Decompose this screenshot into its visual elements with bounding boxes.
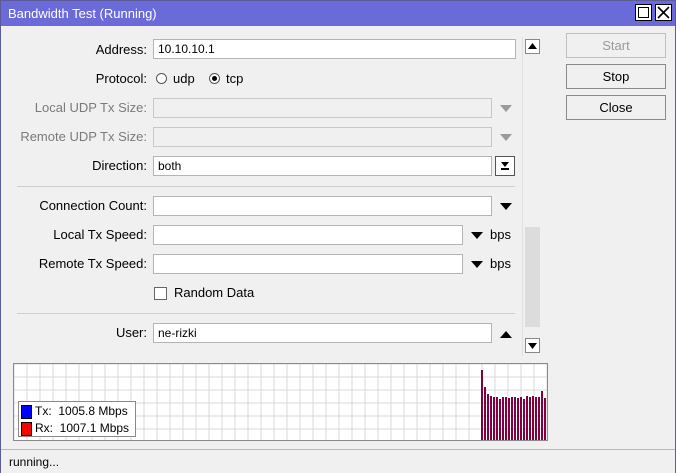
bandwidth-test-window: Bandwidth Test (Running) Address: 10.10.…	[0, 0, 676, 473]
connection-count-dropdown-icon[interactable]	[500, 203, 512, 210]
legend-tx-value: 1005.8 Mbps	[58, 404, 128, 418]
legend-rx-label: Rx:	[35, 421, 53, 435]
remote-tx-speed-dropdown-icon[interactable]	[471, 261, 483, 268]
local-tx-speed-unit: bps	[490, 227, 511, 242]
traffic-bar	[523, 399, 525, 440]
close-button[interactable]: Close	[566, 95, 666, 120]
traffic-bar	[484, 387, 486, 440]
rx-color-swatch	[21, 421, 32, 436]
traffic-bar	[499, 399, 501, 440]
protocol-udp-radio[interactable]	[156, 73, 167, 84]
address-input[interactable]: 10.10.10.1	[153, 39, 516, 59]
arrow-down-icon	[528, 343, 537, 349]
traffic-bar	[481, 370, 483, 440]
section-divider	[17, 186, 515, 187]
remote-tx-speed-input[interactable]	[153, 254, 463, 274]
legend-rx-value: 1007.1 Mbps	[59, 421, 130, 435]
local-udp-tx-size-label: Local UDP Tx Size:	[34, 100, 147, 115]
legend-rx: Rx: 1007.1 Mbps	[21, 420, 129, 436]
close-icon	[657, 6, 670, 19]
protocol-tcp-label: tcp	[226, 71, 244, 86]
traffic-graph: Tx: 1005.8 Mbps Rx: 1007.1 Mbps	[13, 363, 548, 441]
random-data-checkbox[interactable]	[154, 287, 167, 300]
traffic-bar	[544, 398, 546, 440]
address-label: Address:	[95, 42, 147, 57]
local-udp-tx-size-dropdown-icon[interactable]	[500, 105, 512, 112]
local-udp-tx-size-input[interactable]	[153, 98, 492, 118]
traffic-bar	[487, 394, 489, 440]
scroll-up-button[interactable]	[525, 39, 540, 54]
local-tx-speed-label: Local Tx Speed:	[53, 227, 147, 242]
direction-select[interactable]: both	[153, 156, 492, 176]
protocol-udp-label: udp	[173, 71, 195, 86]
traffic-bar	[502, 397, 504, 440]
traffic-bar	[541, 391, 543, 440]
close-window-button[interactable]	[655, 4, 672, 21]
traffic-bar	[532, 396, 534, 440]
arrow-up-icon	[528, 43, 537, 49]
traffic-bar	[526, 396, 528, 440]
graph-legend: Tx: 1005.8 Mbps Rx: 1007.1 Mbps	[18, 401, 136, 437]
user-collapse-icon[interactable]	[500, 331, 512, 338]
traffic-bar	[511, 397, 513, 440]
traffic-bar	[517, 398, 519, 440]
random-data-label: Random Data	[174, 285, 255, 300]
maximize-button[interactable]	[635, 4, 652, 21]
traffic-bar	[505, 397, 507, 440]
scroll-down-button[interactable]	[525, 338, 540, 353]
form-scrollbar[interactable]	[522, 37, 542, 356]
traffic-bar	[514, 397, 516, 440]
scrollbar-thumb[interactable]	[525, 227, 540, 327]
section-divider	[17, 313, 515, 314]
window-title: Bandwidth Test (Running)	[8, 6, 157, 21]
remote-tx-speed-label: Remote Tx Speed:	[38, 256, 147, 271]
user-label: User:	[115, 325, 147, 340]
status-text: running...	[9, 455, 60, 469]
traffic-bar	[496, 397, 498, 440]
traffic-bar	[535, 397, 537, 440]
connection-count-label: Connection Count:	[39, 198, 147, 213]
traffic-bar	[538, 397, 540, 440]
legend-tx-label: Tx:	[35, 404, 52, 418]
remote-tx-speed-unit: bps	[490, 256, 511, 271]
chevron-down-icon	[501, 162, 509, 170]
traffic-bar	[529, 397, 531, 440]
remote-udp-tx-size-input[interactable]	[153, 127, 492, 147]
local-tx-speed-input[interactable]	[153, 225, 463, 245]
start-button[interactable]: Start	[566, 33, 666, 58]
traffic-bar	[508, 398, 510, 440]
title-bar[interactable]: Bandwidth Test (Running)	[1, 1, 675, 26]
legend-tx: Tx: 1005.8 Mbps	[21, 403, 128, 419]
stop-button[interactable]: Stop	[566, 64, 666, 89]
local-tx-speed-dropdown-icon[interactable]	[471, 232, 483, 239]
remote-udp-tx-size-dropdown-icon[interactable]	[500, 134, 512, 141]
traffic-bar	[520, 397, 522, 440]
status-bar: running...	[1, 449, 675, 473]
protocol-label: Protocol:	[95, 71, 147, 86]
direction-label: Direction:	[92, 158, 147, 173]
direction-dropdown-button[interactable]	[495, 156, 515, 176]
remote-udp-tx-size-label: Remote UDP Tx Size:	[20, 129, 147, 144]
protocol-tcp-radio[interactable]	[209, 73, 220, 84]
tx-color-swatch	[21, 404, 32, 419]
traffic-bar	[493, 397, 495, 440]
connection-count-input[interactable]	[153, 196, 492, 216]
traffic-bar	[490, 396, 492, 440]
user-input[interactable]: ne-rizki	[153, 323, 492, 343]
